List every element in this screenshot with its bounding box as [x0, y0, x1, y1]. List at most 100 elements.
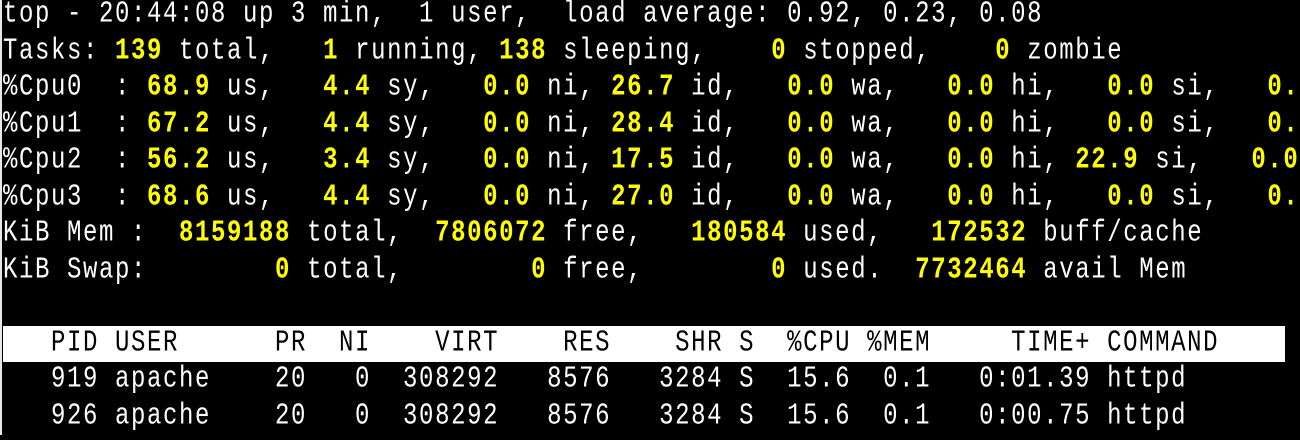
stat-value: 4.4 [323, 70, 372, 105]
swap-line: KiB Swap: 0 total, 0 free, 0 used. 77324… [3, 253, 1300, 290]
stat-label: KiB Swap: [3, 252, 276, 288]
stat-label: us, [211, 179, 324, 215]
stat-label: si, [1139, 143, 1252, 178]
stat-value: 0.0 [483, 106, 532, 142]
stat-label: hi, [995, 106, 1108, 142]
stat-label: ni, [531, 179, 612, 215]
stat-label: si, [1155, 106, 1268, 142]
stat-value: 22.9 [1075, 143, 1140, 178]
process-row[interactable]: 926 apache 20 0 308292 8576 3284 S 15.6 … [3, 399, 1300, 436]
stat-value: 0.0 [787, 179, 836, 215]
stat-label: wa, [835, 70, 948, 105]
stat-label: total, [291, 216, 436, 251]
stat-value: 7732464 [915, 252, 1028, 288]
stat-label: hi, [995, 70, 1108, 105]
stat-value: 0.0 [483, 179, 532, 215]
stat-value: 0.0 [787, 70, 836, 105]
top-summary: top - 20:44:08 up 3 min, 1 user, load av… [3, 0, 1300, 289]
stat-label: free, [547, 252, 772, 288]
stat-value: 0 [771, 252, 788, 288]
stat-value: 7806072 [435, 216, 548, 251]
stat-label: wa, [835, 179, 948, 215]
stat-value: 0.0 [1267, 106, 1300, 142]
stat-label: avail Mem [1027, 252, 1188, 288]
stat-value: 0.0 [1107, 70, 1156, 105]
stat-value: 0.0 [1267, 70, 1300, 105]
stat-label: ni, [531, 106, 612, 142]
stat-value: 1 [323, 33, 340, 69]
stat-label: sy, [371, 106, 484, 142]
stat-label: si, [1155, 70, 1268, 105]
stat-label: running, [339, 33, 500, 69]
stat-value: 0.0 [483, 143, 532, 178]
stat-label: wa, [835, 143, 948, 178]
stat-label: hi, [995, 179, 1108, 215]
stat-value: 3.4 [323, 143, 372, 178]
stat-label: id, [675, 143, 788, 178]
stat-label: Tasks: [3, 33, 116, 69]
stat-value: 26.7 [611, 70, 676, 105]
stat-label: zombie [1011, 33, 1124, 69]
stat-value: 8159188 [179, 216, 292, 251]
stat-label: %Cpu1 : [3, 106, 148, 142]
process-row-text: 926 apache 20 0 308292 8576 3284 S 15.6 … [3, 398, 1188, 434]
stat-label: top - 20:44:08 up 3 min, 1 user, load av… [3, 0, 1044, 32]
stat-value: 180584 [691, 216, 788, 251]
stat-value: 139 [115, 33, 164, 69]
stat-value: 0 [995, 33, 1012, 69]
stat-value: 0 [275, 252, 292, 288]
stat-label: us, [211, 70, 324, 105]
stat-label: used. [787, 252, 916, 288]
stat-label: us, [211, 143, 324, 178]
stat-value: 56.2 [147, 143, 212, 178]
stat-label: sy, [371, 179, 484, 215]
stat-label: wa, [835, 106, 948, 142]
stat-label: KiB Mem : [3, 216, 180, 251]
stat-label: si, [1155, 179, 1268, 215]
stat-label: %Cpu0 : [3, 70, 148, 105]
stat-value: 0.0 [947, 179, 996, 215]
stat-label: ni, [531, 70, 612, 105]
stat-value: 0.0 [787, 143, 836, 178]
stat-value: 4.4 [323, 106, 372, 142]
stat-value: 0.0 [947, 143, 996, 178]
stat-label: %Cpu3 : [3, 179, 148, 215]
stat-value: 0 [771, 33, 788, 69]
stat-value: 27.0 [611, 179, 676, 215]
stat-label: sleeping, [547, 33, 772, 69]
stat-label: sy, [371, 143, 484, 178]
stat-value: 0.0 [1107, 106, 1156, 142]
stat-label: sy, [371, 70, 484, 105]
stat-value: 0.0 [787, 106, 836, 142]
stat-label: buff/cache [1027, 216, 1204, 251]
stat-label: us, [211, 106, 324, 142]
stat-value: 68.6 [147, 179, 212, 215]
stat-label: total, [291, 252, 532, 288]
stat-label: ni, [531, 143, 612, 178]
stat-label: free, [547, 216, 692, 251]
window-edge [0, 0, 2, 435]
stat-value: 0 [531, 252, 548, 288]
stat-value: 28.4 [611, 106, 676, 142]
stat-value: 172532 [931, 216, 1028, 251]
stat-value: 138 [499, 33, 548, 69]
stat-value: 0.0 [1107, 179, 1156, 215]
stat-value: 0.0 [483, 70, 532, 105]
stat-value: 4.4 [323, 179, 372, 215]
stat-value: 17.5 [611, 143, 676, 178]
stat-value: 0.0 [947, 106, 996, 142]
stat-label: %Cpu2 : [3, 143, 148, 178]
stat-label: id, [675, 106, 788, 142]
stat-value: 0.0 [1267, 179, 1300, 215]
stat-value: 0.0 [1251, 143, 1300, 178]
stat-label: stopped, [787, 33, 996, 69]
terminal[interactable]: top - 20:44:08 up 3 min, 1 user, load av… [3, 0, 1300, 435]
stat-label: used, [787, 216, 932, 251]
stat-value: 68.9 [147, 70, 212, 105]
stat-value: 0.0 [947, 70, 996, 105]
stat-label: total, [163, 33, 324, 69]
stat-label: hi, [995, 143, 1076, 178]
stat-value: 67.2 [147, 106, 212, 142]
stat-label: id, [675, 70, 788, 105]
stat-label: id, [675, 179, 788, 215]
